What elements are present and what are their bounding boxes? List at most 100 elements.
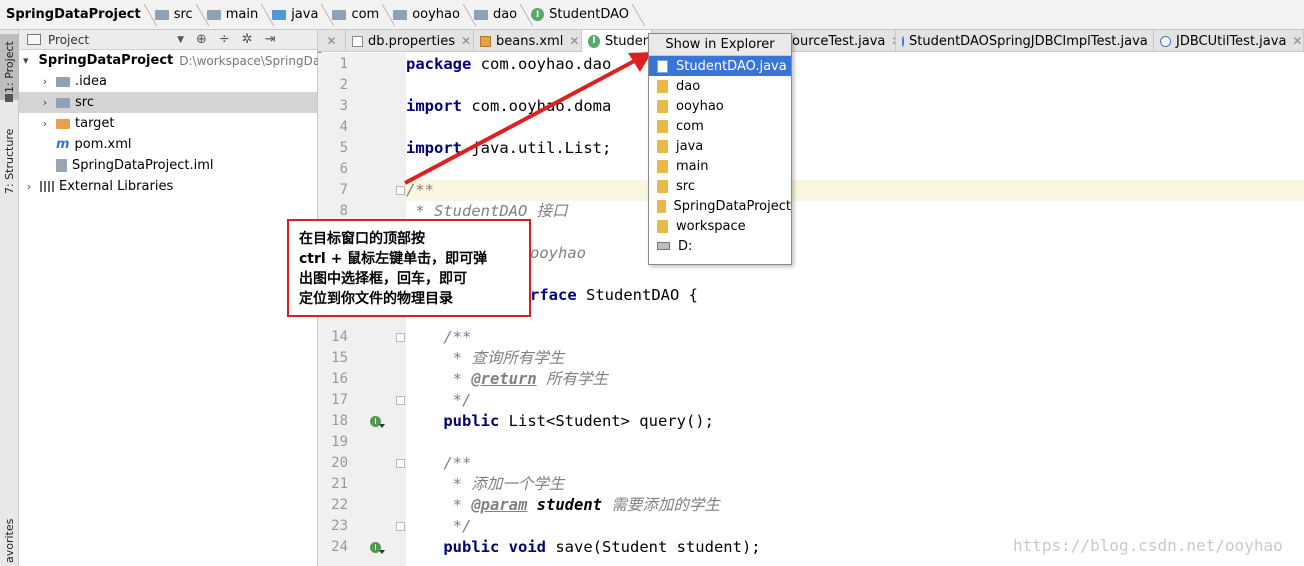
tree-item-idea[interactable]: › .idea: [19, 71, 317, 92]
tab-project-tool[interactable]: 1: Project: [0, 34, 19, 100]
tab-jdbcutil-test[interactable]: JDBCUtilTest.java ✕: [1154, 30, 1304, 52]
breadcrumb-dao[interactable]: dao: [472, 0, 521, 30]
folder-icon: [657, 139, 668, 153]
popup-title: Show in Explorer: [649, 34, 791, 56]
folder-icon: [393, 9, 408, 20]
class-icon: [1160, 35, 1171, 47]
popup-item-drive-d[interactable]: D:: [649, 236, 791, 256]
tree-item-src[interactable]: › src: [19, 92, 317, 113]
fold-icon[interactable]: [396, 459, 405, 468]
xml-file-icon: [480, 35, 491, 47]
breadcrumb-ooyhao[interactable]: ooyhao: [391, 0, 464, 30]
line-number: 24: [331, 539, 348, 555]
fold-icon[interactable]: [396, 522, 405, 531]
line-number: 19: [331, 434, 348, 450]
code-line-20: /**: [406, 454, 472, 472]
folder-icon: [657, 179, 668, 193]
tab-studentdao-springjdbc-test[interactable]: StudentDAOSpringJDBCImplTest.java✕: [896, 30, 1154, 52]
folder-icon: [657, 159, 668, 173]
folder-icon: [657, 219, 668, 233]
target-icon[interactable]: ⊕: [196, 32, 207, 47]
show-in-explorer-popup: Show in Explorer StudentDAO.java dao ooy…: [648, 33, 792, 265]
fold-icon[interactable]: [396, 396, 405, 405]
implementations-icon[interactable]: I: [370, 416, 385, 428]
hide-panel-icon[interactable]: ⇥: [265, 32, 276, 47]
popup-item-workspace[interactable]: workspace: [649, 216, 791, 236]
close-icon[interactable]: ✕: [1292, 34, 1302, 48]
tab-studentdao[interactable]: I Studen: [582, 30, 652, 52]
code-editor[interactable]: package com.ooyhao.dao import com.ooyhao…: [406, 53, 1304, 566]
close-icon[interactable]: ✕: [461, 34, 471, 48]
tree-item-pom[interactable]: m pom.xml: [19, 134, 317, 155]
drive-icon: [657, 242, 670, 250]
chevron-right-icon[interactable]: ›: [39, 75, 51, 88]
interface-icon: I: [588, 34, 600, 48]
chevron-down-icon[interactable]: ▾: [23, 54, 29, 67]
tree-item-springdataproject[interactable]: ▾ SpringDataProject D:\workspace\SpringD…: [19, 50, 320, 71]
code-line-8: * StudentDAO 接口: [406, 202, 568, 220]
code-line-5: import java.util.List;: [406, 139, 612, 157]
class-icon: [902, 35, 904, 47]
tab-datasource-test[interactable]: ourceTest.java✕: [792, 30, 896, 52]
chevron-down-icon[interactable]: ▼: [177, 35, 184, 45]
tab-close-previous[interactable]: ✕: [318, 30, 346, 52]
popup-item-ooyhao[interactable]: ooyhao: [649, 96, 791, 116]
breadcrumb-project[interactable]: SpringDataProject: [4, 0, 322, 566]
popup-item-java[interactable]: java: [649, 136, 791, 156]
code-line-16: * @return 所有学生: [406, 370, 608, 388]
popup-item-studentdao-java[interactable]: StudentDAO.java: [649, 56, 791, 76]
code-line-3: import com.ooyhao.doma: [406, 97, 612, 115]
breadcrumb-studentdao[interactable]: I StudentDAO: [529, 0, 633, 30]
tab-db-properties[interactable]: db.properties ✕: [346, 30, 474, 52]
line-number: 15: [331, 350, 348, 366]
annotation-callout: 在目标窗口的顶部按 ctrl + 鼠标左键单击，即可弹 出图中选择框，回车，即可…: [287, 219, 531, 317]
line-number: 4: [339, 119, 348, 135]
implementations-icon[interactable]: I: [370, 542, 385, 554]
code-line-22: * @param student 需要添加的学生: [406, 496, 720, 514]
line-number: 2: [339, 77, 348, 93]
breadcrumb-main[interactable]: main: [205, 0, 262, 30]
line-number: 6: [339, 161, 348, 177]
popup-item-springdataproject[interactable]: SpringDataProject: [649, 196, 791, 216]
tree-item-external-libraries[interactable]: › External Libraries: [19, 176, 317, 197]
chevron-right-icon[interactable]: ›: [23, 180, 35, 193]
collapse-all-icon[interactable]: ÷: [219, 32, 230, 47]
breadcrumb-com[interactable]: com: [330, 0, 383, 30]
folder-icon: [657, 79, 668, 93]
code-line-10: ooyhao: [530, 244, 586, 262]
breadcrumb-src[interactable]: src: [153, 0, 197, 30]
popup-item-dao[interactable]: dao: [649, 76, 791, 96]
folder-icon: [56, 76, 70, 87]
code-line-15: * 查询所有学生: [406, 349, 565, 367]
project-panel: Project ▼ ⊕ ÷ ✲ ⇥ ▾ SpringDataProject D:…: [19, 30, 320, 566]
gear-icon[interactable]: ✲: [242, 32, 253, 47]
folder-blue-icon: [272, 9, 287, 20]
chevron-right-icon[interactable]: ›: [39, 96, 51, 109]
line-number: 14: [331, 329, 348, 345]
popup-item-src[interactable]: src: [649, 176, 791, 196]
popup-item-com[interactable]: com: [649, 116, 791, 136]
chevron-right-icon[interactable]: ›: [39, 117, 51, 130]
library-icon: [40, 181, 54, 192]
fold-icon[interactable]: [396, 186, 405, 195]
code-line-23: */: [406, 517, 472, 535]
code-line-18: public List<Student> query();: [406, 412, 714, 430]
fold-icon[interactable]: [396, 333, 405, 342]
left-tool-strip: 1: Project 7: Structure avorites: [0, 30, 19, 566]
tab-beans-xml[interactable]: beans.xml ✕: [474, 30, 582, 52]
excluded-folder-icon: [56, 118, 70, 129]
close-icon[interactable]: ✕: [569, 34, 579, 48]
project-panel-header: Project ▼ ⊕ ÷ ✲ ⇥: [19, 30, 317, 50]
code-line-1: package com.ooyhao.dao: [406, 55, 612, 73]
tree-item-target[interactable]: › target: [19, 113, 317, 134]
breadcrumb-java[interactable]: java: [270, 0, 322, 30]
tab-structure-tool[interactable]: 7: Structure: [0, 120, 19, 202]
project-view-icon: [27, 34, 41, 45]
code-line-21: * 添加一个学生: [406, 475, 565, 493]
popup-item-main[interactable]: main: [649, 156, 791, 176]
tab-favorites-tool[interactable]: avorites: [0, 516, 19, 566]
tree-item-iml[interactable]: SpringDataProject.iml: [19, 155, 317, 176]
pin-icon: [5, 94, 13, 102]
close-icon[interactable]: ✕: [326, 34, 336, 48]
line-number: 23: [331, 518, 348, 534]
